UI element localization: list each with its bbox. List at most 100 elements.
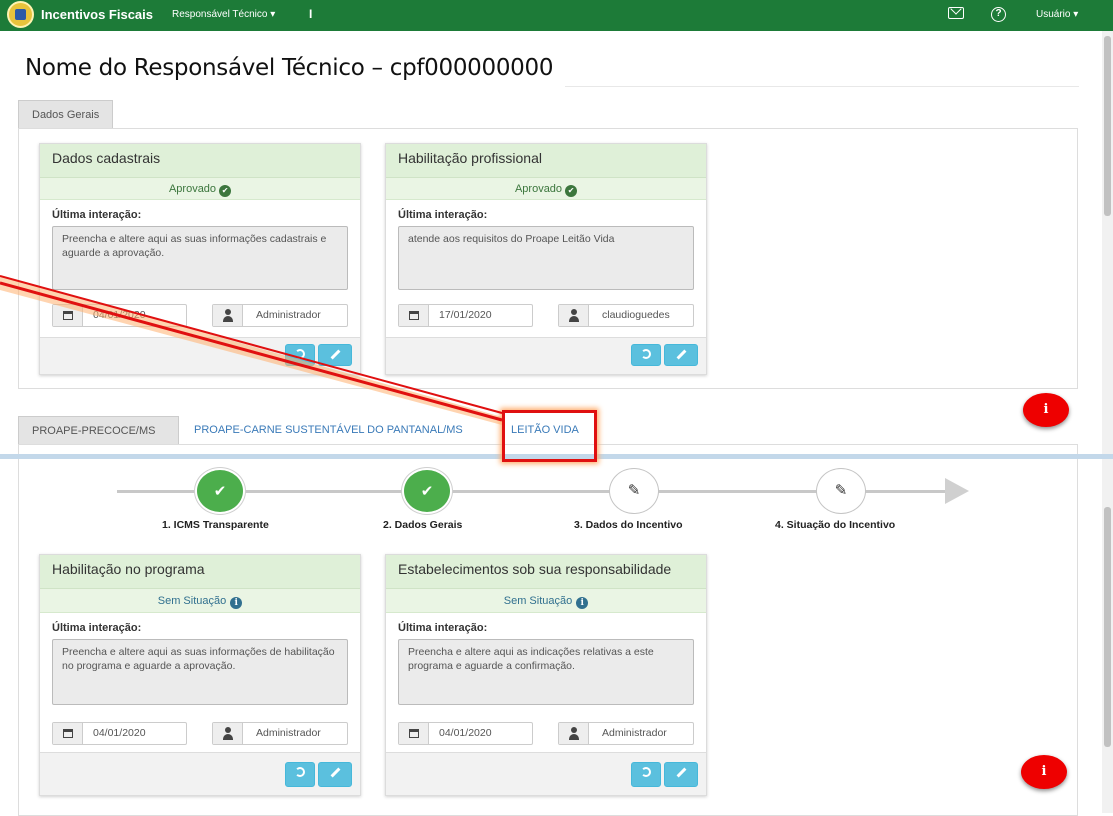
title-divider (565, 86, 1079, 87)
calendar-icon (53, 305, 83, 326)
card-footer (40, 337, 360, 374)
edit-button[interactable] (318, 344, 352, 366)
mail-icon[interactable] (948, 7, 964, 19)
pencil-icon (676, 349, 686, 360)
info-fab-bottom[interactable]: i (1021, 755, 1067, 789)
app-title[interactable]: Incentivos Fiscais (41, 7, 153, 22)
user-icon (559, 723, 589, 744)
scrollbar-thumb-top[interactable] (1104, 36, 1111, 216)
card-title: Habilitação profissional (386, 144, 706, 178)
card-dados-cadastrais: Dados cadastrais Aprovado ✔ Última intera… (39, 143, 361, 375)
history-button[interactable] (631, 344, 661, 366)
status-text: Sem Situação (503, 595, 573, 607)
stepper-arrow-icon (945, 478, 969, 504)
page-title: Nome do Responsável Técnico – cpf0000000… (25, 55, 554, 81)
date-field: 17/01/2020 (398, 304, 533, 327)
ultima-interacao-label: Última interação: (398, 209, 488, 221)
status-text: Aprovado (168, 183, 217, 195)
history-button[interactable] (285, 344, 315, 366)
status-text: Sem Situação (157, 595, 227, 607)
card-habilitacao-no-programa: Habilitação no programa Sem Situação i Úl… (39, 554, 361, 796)
tab-dados-gerais[interactable]: Dados Gerais (18, 100, 114, 129)
info-fab-top[interactable]: i (1023, 393, 1069, 427)
page-scrollbar[interactable] (1102, 31, 1113, 813)
date-field: 04/01/2020 (398, 722, 533, 745)
ultima-interacao-label: Última interação: (52, 209, 142, 221)
step-4-label: 4. Situação do Incentivo (775, 519, 896, 531)
user-value: Administrador (256, 309, 321, 321)
status-row: Aprovado ✔ (40, 178, 360, 200)
tab-proape-carne-sustentavel[interactable]: PROAPE-CARNE SUSTENTÁVEL DO PANTANAL/MS (194, 416, 463, 445)
pencil-icon (330, 349, 340, 360)
date-value: 04/01/2020 (93, 727, 146, 739)
ultima-interacao-text: Preencha e altere aqui as suas informaçõ… (52, 639, 348, 705)
calendar-icon (53, 723, 83, 744)
user-menu[interactable]: Usuário ▾ (1036, 9, 1078, 20)
date-field: 04/01/2020 (52, 722, 187, 745)
step-2-check-icon[interactable]: ✔ (402, 468, 452, 514)
state-crest-logo (7, 1, 34, 28)
annotation-highlight-box (502, 410, 597, 462)
responsavel-tecnico-menu[interactable]: Responsável Técnico ▾ (172, 9, 275, 20)
pencil-icon (676, 767, 686, 778)
card-body: Última interação: Preencha e altere aqui… (40, 613, 360, 705)
date-value: 17/01/2020 (439, 309, 492, 321)
card-body: Última interação: Preencha e altere aqui… (40, 200, 360, 290)
ultima-interacao-text: atende aos requisitos do Proape Leitão V… (398, 226, 694, 290)
user-field: Administrador (212, 722, 348, 745)
calendar-icon (399, 305, 429, 326)
card-footer (40, 752, 360, 795)
step-3-pencil-icon[interactable]: ✎ (609, 468, 659, 514)
user-field: Administrador (212, 304, 348, 327)
ultima-interacao-text: Preencha e altere aqui as indicações rel… (398, 639, 694, 705)
user-value: claudioguedes (602, 309, 670, 321)
history-icon (641, 767, 651, 777)
user-value: Administrador (256, 727, 321, 739)
date-value: 04/01/2020 (93, 309, 146, 321)
edit-button[interactable] (664, 762, 698, 787)
status-row: Sem Situação i (386, 589, 706, 613)
history-icon (295, 349, 305, 359)
nav-separator: I (309, 7, 313, 21)
card-footer (386, 337, 706, 374)
user-field: claudioguedes (558, 304, 694, 327)
tab-proape-precoce[interactable]: PROAPE-PRECOCE/MS (18, 416, 179, 445)
user-icon (213, 723, 243, 744)
status-row: Aprovado ✔ (386, 178, 706, 200)
step-1-check-icon[interactable]: ✔ (195, 468, 245, 514)
status-row: Sem Situação i (40, 589, 360, 613)
user-field: Administrador (558, 722, 694, 745)
ultima-interacao-label: Última interação: (398, 622, 488, 634)
card-body: Última interação: Preencha e altere aqui… (386, 613, 706, 705)
pencil-icon (330, 767, 340, 778)
history-button[interactable] (285, 762, 315, 787)
date-value: 04/01/2020 (439, 727, 492, 739)
card-title: Habilitação no programa (40, 555, 360, 589)
card-habilitacao-profissional: Habilitação profissional Aprovado ✔ Últim… (385, 143, 707, 375)
user-value: Administrador (602, 727, 667, 739)
calendar-icon (399, 723, 429, 744)
info-circle-icon: i (576, 597, 589, 609)
step-2-label: 2. Dados Gerais (383, 519, 463, 531)
card-title: Dados cadastrais (40, 144, 360, 178)
check-circle-icon: ✔ (219, 185, 232, 197)
help-icon[interactable]: ? (991, 7, 1006, 22)
step-4-pencil-icon[interactable]: ✎ (816, 468, 866, 514)
info-circle-icon: i (230, 597, 243, 609)
top-navbar: Incentivos Fiscais Responsável Técnico ▾… (0, 0, 1113, 31)
card-body: Última interação: atende aos requisitos … (386, 200, 706, 290)
card-footer (386, 752, 706, 795)
scrollbar-thumb-bottom[interactable] (1104, 507, 1111, 747)
card-estabelecimentos: Estabelecimentos sob sua responsabilidad… (385, 554, 707, 796)
user-icon (559, 305, 589, 326)
check-circle-icon: ✔ (565, 185, 578, 197)
card-title: Estabelecimentos sob sua responsabilidad… (386, 555, 706, 589)
history-button[interactable] (631, 762, 661, 787)
history-icon (641, 349, 651, 359)
edit-button[interactable] (664, 344, 698, 366)
edit-button[interactable] (318, 762, 352, 787)
user-icon (213, 305, 243, 326)
date-field: 04/01/2020 (52, 304, 187, 327)
ultima-interacao-text: Preencha e altere aqui as suas informaçõ… (52, 226, 348, 290)
step-1-label: 1. ICMS Transparente (162, 519, 269, 531)
